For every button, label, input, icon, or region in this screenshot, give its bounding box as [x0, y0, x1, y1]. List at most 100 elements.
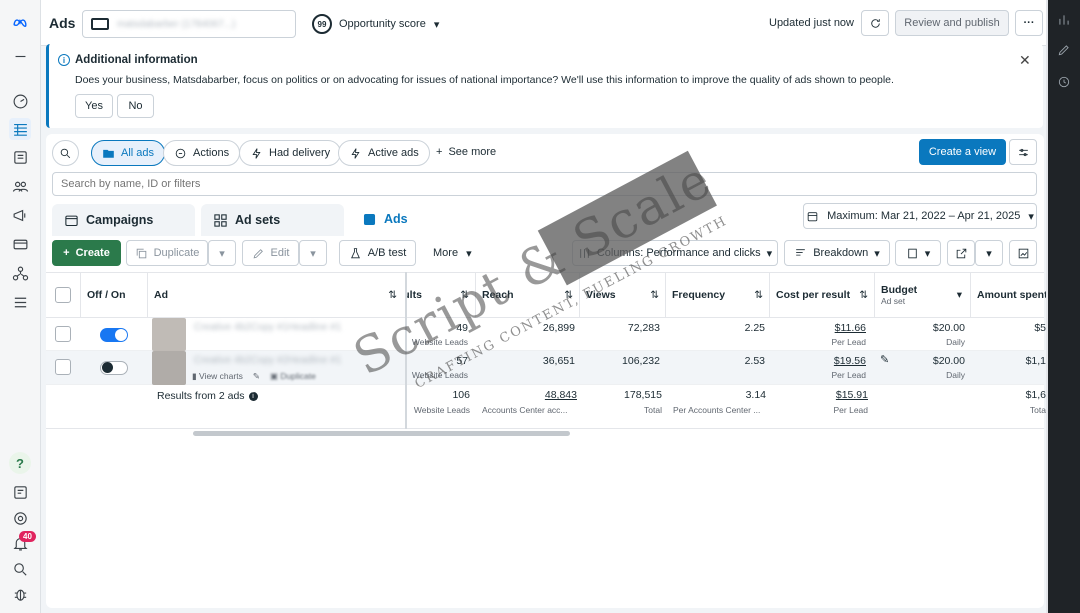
tab-ads[interactable]: Ads — [350, 202, 495, 236]
create-button[interactable]: + Create — [52, 240, 121, 266]
meta-logo-icon[interactable] — [9, 12, 31, 34]
account-selector[interactable]: matsdabarber (1784067...) — [82, 10, 296, 38]
ad-toggle-off[interactable] — [100, 361, 128, 375]
opportunity-score-dropdown[interactable]: Opportunity score ▾ — [339, 18, 439, 31]
more-actions-dropdown[interactable]: More ▾ — [433, 247, 472, 260]
search-input[interactable] — [53, 173, 1036, 195]
customize-filters-button[interactable] — [1009, 139, 1037, 165]
search-field[interactable] — [52, 172, 1037, 196]
ad-toggle-on[interactable] — [100, 328, 128, 342]
all-ads-filter[interactable]: All ads — [91, 140, 166, 166]
app-title: Ads — [49, 15, 76, 31]
reports-dropdown[interactable]: ▾ — [895, 240, 941, 266]
pages-icon[interactable] — [9, 146, 31, 168]
active-ads-filter[interactable]: Active ads — [338, 140, 430, 166]
refresh-button[interactable] — [861, 10, 889, 36]
breakdown-label: Breakdown — [813, 247, 869, 259]
all-tools-menu-icon[interactable] — [9, 291, 31, 313]
ad-name[interactable]: Creative 4b2Copy #1Headline #1 — [194, 322, 341, 333]
export-button[interactable] — [947, 240, 975, 266]
campaigns-megaphone-icon[interactable] — [9, 204, 31, 226]
close-icon[interactable]: ✕ — [1019, 52, 1031, 69]
yes-button[interactable]: Yes — [75, 94, 113, 118]
sort-icon[interactable]: ⇅ — [388, 289, 397, 301]
reports-icon[interactable] — [9, 481, 31, 503]
row-checkbox[interactable] — [55, 326, 71, 342]
sort-icon[interactable]: ⇅ — [650, 289, 659, 301]
total-reach-value[interactable]: 48,843 — [500, 389, 577, 401]
columns-dropdown[interactable]: Columns: Performance and clicks ▾ — [572, 240, 778, 266]
cost-per-result-value[interactable]: $11.66 — [800, 322, 866, 334]
column-results[interactable]: Results ⇅ — [406, 272, 476, 318]
duplicate-dropdown[interactable]: ▾ — [208, 240, 236, 266]
ads-manager-icon[interactable] — [9, 118, 31, 140]
horizontal-scrollbar[interactable] — [193, 431, 570, 436]
see-more-filters[interactable]: + See more — [436, 146, 496, 158]
row-checkbox[interactable] — [55, 359, 71, 375]
sort-icon[interactable]: ⇅ — [460, 289, 469, 301]
column-off-on[interactable]: Off / On — [80, 272, 148, 318]
edit-pencil-icon[interactable]: ✎ — [253, 371, 260, 382]
reach-value: 36,651 — [542, 355, 575, 367]
date-range-picker[interactable]: Maximum: Mar 21, 2022 – Apr 21, 2025 ▾ — [803, 203, 1037, 229]
breakdown-dropdown[interactable]: Breakdown ▾ — [784, 240, 890, 266]
view-charts-link[interactable]: ▮ View charts — [192, 371, 243, 382]
events-manager-icon[interactable] — [9, 262, 31, 284]
budget-value[interactable]: $20.00 — [900, 322, 965, 334]
notification-count-badge: 40 — [19, 531, 36, 542]
tab-campaigns[interactable]: Campaigns — [52, 204, 195, 236]
edit-dropdown[interactable]: ▾ — [299, 240, 327, 266]
column-budget[interactable]: Budget Ad set ▾ — [875, 272, 971, 318]
duplicate-button[interactable]: Duplicate — [126, 240, 208, 266]
column-views[interactable]: Views ⇅ — [580, 272, 666, 318]
column-cost-per-result[interactable]: Cost per result ⇅ — [770, 272, 875, 318]
column-ad[interactable]: Ad ⇅ — [148, 272, 406, 318]
banner-message: Does your business, Matsdabarber, focus … — [75, 74, 894, 86]
total-views-value: 178,515 — [624, 389, 662, 401]
actions-filter[interactable]: Actions — [163, 140, 241, 166]
edit-pencil-icon[interactable] — [1050, 38, 1078, 62]
sort-icon[interactable]: ⇅ — [564, 289, 573, 301]
charts-icon[interactable] — [1050, 8, 1078, 32]
had-delivery-filter[interactable]: Had delivery — [239, 140, 342, 166]
more-options-button[interactable]: ··· — [1015, 10, 1043, 36]
dashboard-icon[interactable] — [9, 90, 31, 112]
tab-ad-sets-label: Ad sets — [235, 213, 281, 227]
create-label: Create — [75, 247, 110, 259]
tab-ad-sets[interactable]: Ad sets — [201, 204, 344, 236]
audiences-icon[interactable] — [9, 175, 31, 197]
cost-per-result-value[interactable]: $19.56 — [800, 355, 866, 367]
column-frequency[interactable]: Frequency ⇅ — [666, 272, 770, 318]
account-switch-icon[interactable] — [9, 45, 31, 67]
column-reach[interactable]: Reach ⇅ — [476, 272, 580, 318]
ab-test-button[interactable]: A/B test — [339, 240, 416, 266]
settings-gear-icon[interactable] — [9, 507, 31, 529]
history-clock-icon[interactable] — [1050, 70, 1078, 94]
sort-icon[interactable]: ⇅ — [754, 289, 763, 301]
select-all-checkbox[interactable] — [55, 287, 71, 303]
no-button[interactable]: No — [117, 94, 154, 118]
chevron-down-icon: ▾ — [310, 247, 316, 260]
budget-value[interactable]: $20.00 — [900, 355, 965, 367]
column-amount-spent[interactable]: Amount spent — [971, 272, 1046, 318]
charts-toggle-button[interactable] — [1009, 240, 1037, 266]
ad-name[interactable]: Creative 4b2Copy #2Headline #1 — [194, 355, 341, 366]
breakdown-icon — [796, 248, 806, 256]
create-view-button[interactable]: Create a view — [919, 139, 1006, 165]
search-toggle-button[interactable] — [52, 140, 79, 166]
review-and-publish-button[interactable]: Review and publish — [895, 10, 1009, 36]
chevron-down-icon[interactable]: ▾ — [957, 289, 962, 301]
help-icon[interactable]: ? — [9, 452, 31, 474]
total-views-sub: Total — [644, 405, 662, 415]
billing-card-icon[interactable] — [9, 233, 31, 255]
search-icon[interactable] — [9, 558, 31, 580]
sort-icon[interactable]: ⇅ — [859, 289, 868, 301]
toggle-knob — [102, 362, 113, 373]
duplicate-link[interactable]: ▣ Duplicate — [270, 371, 316, 382]
edit-budget-pencil-icon[interactable]: ✎ — [880, 353, 889, 366]
info-icon[interactable]: i — [248, 391, 258, 401]
bug-report-icon[interactable] — [9, 583, 31, 605]
total-cost-per-result-value[interactable]: $15.91 — [800, 389, 868, 401]
export-dropdown[interactable]: ▾ — [975, 240, 1003, 266]
edit-button[interactable]: Edit — [242, 240, 299, 266]
